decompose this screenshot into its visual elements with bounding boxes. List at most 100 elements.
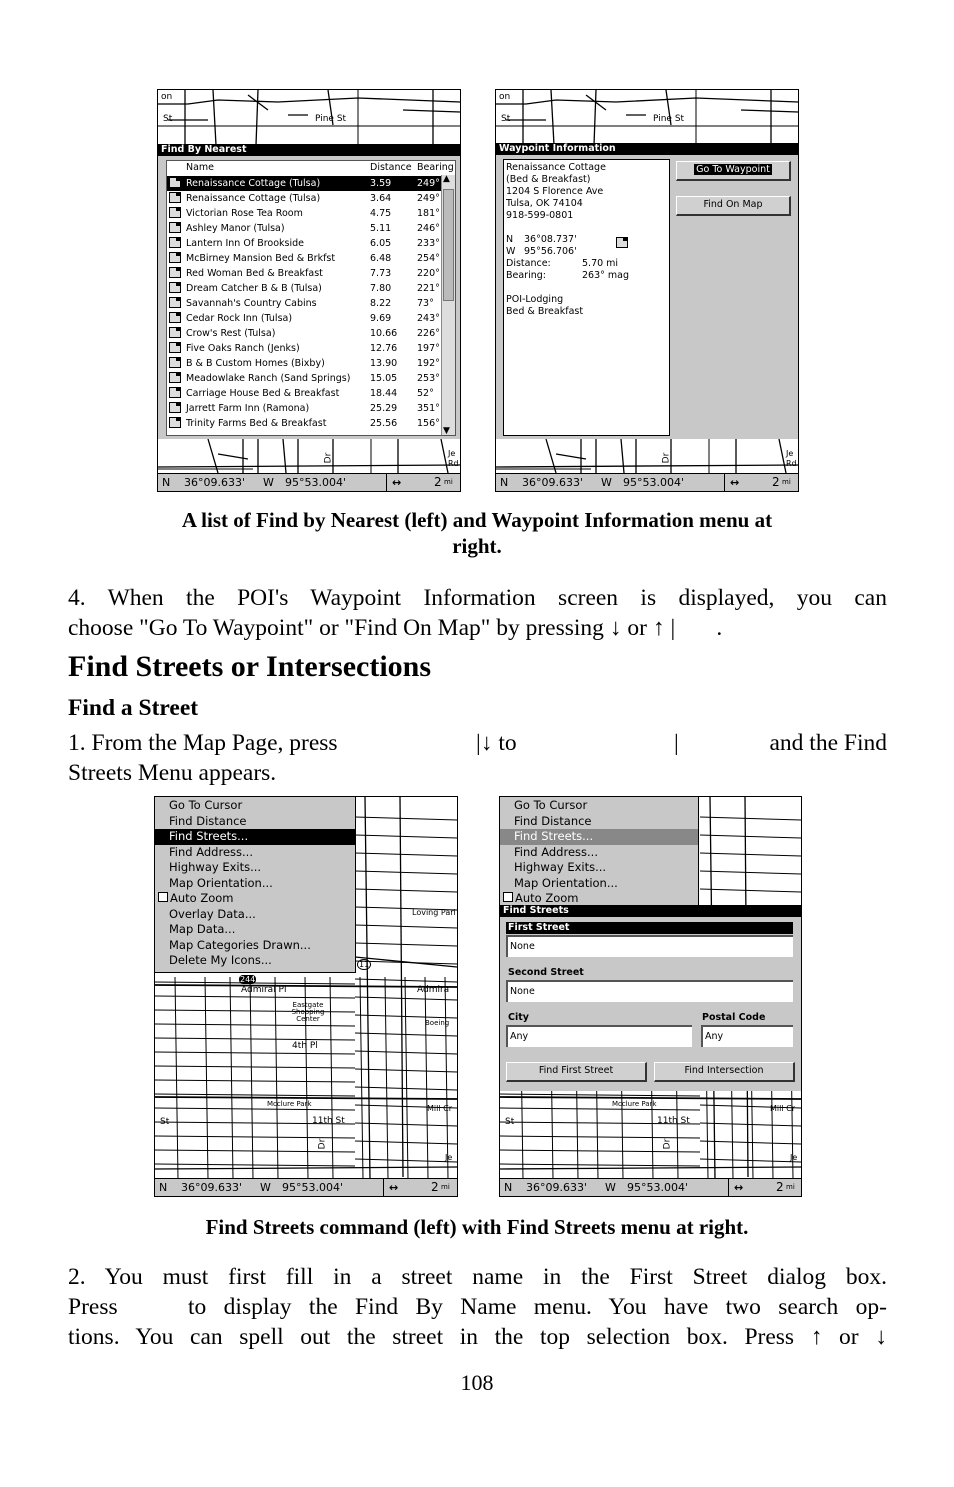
map-top[interactable]: on St Pine St (496, 90, 798, 145)
item-bearing: 351° (417, 403, 440, 414)
menu-item[interactable]: Highway Exits... (155, 860, 355, 876)
menu-item[interactable]: Delete My Icons... (155, 953, 355, 969)
menu-item-label: Auto Zoom (170, 891, 234, 905)
map-road (174, 976, 179, 1179)
first-street-field[interactable]: None (506, 935, 793, 957)
map-road (155, 1093, 356, 1097)
map-label: Dr (317, 1138, 328, 1150)
item-name: Trinity Farms Bed & Breakfast (186, 418, 327, 429)
column-distance[interactable]: Distance (370, 162, 412, 173)
map-label: Rd (786, 459, 797, 468)
menu-item[interactable]: Find Distance (155, 814, 355, 830)
list-item[interactable]: Trinity Farms Bed & Breakfast 25.56 156° (167, 416, 441, 431)
list-item[interactable]: Carriage House Bed & Breakfast 18.44 52° (167, 386, 441, 401)
lodging-icon (169, 252, 181, 263)
menu-item[interactable]: Find Streets... (500, 829, 698, 845)
list-item[interactable]: Victorian Rose Tea Room 4.75 181° (167, 206, 441, 221)
map-label: on (161, 92, 173, 102)
list-item[interactable]: Savannah's Country Cabins 8.22 73° (167, 296, 441, 311)
list-item[interactable]: Meadowlake Ranch (Sand Springs) 15.05 253° (167, 371, 441, 386)
menu-item[interactable]: Highway Exits... (500, 860, 698, 876)
map-bottom[interactable]: Dr Je Rd (158, 439, 460, 473)
map-label: Dr (662, 1138, 673, 1150)
item-distance: 6.05 (370, 238, 392, 249)
list-item[interactable]: Five Oaks Ranch (Jenks) 12.76 197° (167, 341, 441, 356)
item-bearing: 156° (417, 418, 440, 429)
menu-item[interactable]: Map Orientation... (155, 876, 355, 892)
list-item[interactable]: Ashley Manor (Tulsa) 5.11 246° (167, 221, 441, 236)
map-road (404, 976, 409, 1179)
map-road (354, 978, 457, 983)
map-road (155, 1065, 356, 1069)
menu-item[interactable]: Go To Cursor (155, 798, 355, 814)
menu-item[interactable]: Find Distance (500, 814, 698, 830)
list-item[interactable]: Crow's Rest (Tulsa) 10.66 226° (167, 326, 441, 341)
map-bottom[interactable]: Dr Je Rd (496, 439, 798, 473)
item-bearing: 220° (417, 268, 440, 279)
column-name[interactable]: Name (186, 162, 214, 173)
bearing-label: Bearing: (506, 270, 546, 281)
waypoint-type: (Bed & Breakfast) (506, 174, 591, 185)
map-road (212, 90, 217, 145)
menu-item[interactable]: Find Address... (500, 845, 698, 861)
menu-item[interactable]: Map Data... (155, 922, 355, 938)
list-item[interactable]: Lantern Inn Of Brookside 6.05 233° (167, 236, 441, 251)
item-bearing: 249° (417, 178, 440, 189)
map-label: Admira (417, 985, 450, 995)
lat-label: N (159, 1181, 168, 1194)
list-item[interactable]: Red Woman Bed & Breakfast 7.73 220° (167, 266, 441, 281)
paragraph-line: tions. You can spell out the street in t… (68, 1324, 887, 1350)
checkbox[interactable] (158, 892, 168, 902)
city-field[interactable]: Any (506, 1025, 692, 1047)
list-item[interactable]: McBirney Mansion Bed & Brkfst 6.48 254° (167, 251, 441, 266)
scroll-up-arrow[interactable]: ▲ (443, 174, 450, 184)
menu-item-label: Find Streets... (514, 829, 594, 843)
find-on-map-button[interactable]: Find On Map (676, 196, 791, 216)
second-street-field[interactable]: None (506, 980, 793, 1002)
list-item[interactable]: Dream Catcher B & B (Tulsa) 7.80 221° (167, 281, 441, 296)
checkbox[interactable] (503, 892, 513, 902)
menu-item[interactable]: Map Categories Drawn... (155, 938, 355, 954)
paragraph-line: Press to display the Find By Name menu. … (68, 1292, 887, 1322)
menu-item[interactable]: Auto Zoom (500, 891, 698, 905)
map-top[interactable]: on St Pine St (158, 90, 460, 145)
map-road (699, 834, 801, 839)
item-name: Dream Catcher B & B (Tulsa) (186, 283, 322, 294)
lodging-icon (169, 177, 181, 188)
list-item[interactable]: Renaissance Cottage (Tulsa) 3.59 249° (167, 176, 441, 191)
item-distance: 9.69 (370, 313, 392, 324)
find-first-street-button[interactable]: Find First Street (506, 1062, 647, 1082)
menu-item[interactable]: Map Orientation... (500, 876, 698, 892)
bearing-value: 263° mag (582, 270, 630, 281)
map-label: Eastgate Shopping Center (291, 1001, 325, 1023)
map-label: 4th Pl (292, 1041, 318, 1051)
scroll-thumb[interactable] (443, 189, 454, 301)
menu-item[interactable]: Go To Cursor (500, 798, 698, 814)
list-item[interactable]: Cedar Rock Inn (Tulsa) 9.69 243° (167, 311, 441, 326)
go-to-waypoint-button[interactable]: Go To Waypoint (676, 161, 791, 181)
map-road (255, 90, 259, 145)
map-road (496, 97, 798, 105)
lodging-icon (169, 327, 181, 338)
list-item[interactable]: B & B Custom Homes (Bixby) 13.90 192° (167, 356, 441, 371)
find-intersection-button[interactable]: Find Intersection (654, 1062, 795, 1082)
scrollbar[interactable]: ▲ ▼ (441, 174, 455, 436)
list-item[interactable]: Renaissance Cottage (Tulsa) 3.64 249° (167, 191, 441, 206)
lodging-icon (169, 357, 181, 368)
menu-item[interactable]: Find Streets... (155, 829, 355, 845)
first-street-label: First Street (506, 922, 793, 934)
postal-code-label: Postal Code (702, 1012, 766, 1023)
item-name: Cedar Rock Inn (Tulsa) (186, 313, 293, 324)
map-label: Boeing (425, 1019, 450, 1027)
menu-item[interactable]: Auto Zoom (155, 891, 355, 907)
map-road (740, 109, 798, 113)
menu-item[interactable]: Find Address... (155, 845, 355, 861)
postal-code-field[interactable]: Any (701, 1025, 793, 1047)
item-bearing: 243° (417, 313, 440, 324)
menu-item[interactable]: Overlay Data... (155, 907, 355, 923)
zoom-range-icon: ↔ (392, 476, 402, 489)
scroll-down-arrow[interactable]: ▼ (443, 426, 450, 436)
column-bearing[interactable]: Bearing (417, 162, 454, 173)
list-item[interactable]: Jarrett Farm Inn (Ramona) 25.29 351° (167, 401, 441, 416)
nearest-list[interactable]: Name Distance Bearing Renaissance Cottag… (166, 160, 456, 436)
